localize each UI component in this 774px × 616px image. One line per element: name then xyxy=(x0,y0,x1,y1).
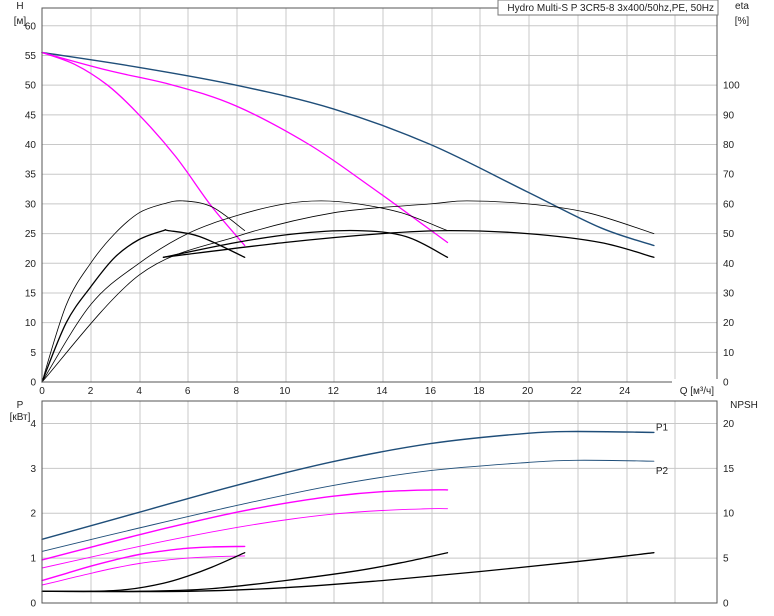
pump-curve-chart: 0 5 10 15 20 25 30 35 40 45 50 55 60 0 10 20 30 40 50 60 70 8… xyxy=(0,0,774,611)
p2-label: P2 xyxy=(656,466,669,477)
power-curve-1-1 xyxy=(41,459,655,552)
x-tick-label: 16 xyxy=(425,386,437,397)
pump-curve-svg: 0510152025303540455055600102030405060708… xyxy=(10,0,758,610)
left-tick-label-0: 15 xyxy=(25,288,37,299)
eta-curve-0-4 xyxy=(41,229,246,383)
right-axis-label-1: NPSH xyxy=(730,400,758,411)
left-tick-label-0: 20 xyxy=(25,259,37,270)
right-tick-label-1: 15 xyxy=(723,464,735,475)
left-tick-label-0: 35 xyxy=(25,170,37,181)
left-axis-unit-1: [кВт] xyxy=(10,412,31,423)
left-tick-label-1: 4 xyxy=(30,419,36,430)
x-tick-label: 8 xyxy=(233,386,239,397)
x-tick-label: 2 xyxy=(88,386,94,397)
x-tick-label: 12 xyxy=(328,386,340,397)
right-tick-label-0: 100 xyxy=(723,81,740,92)
eta-curve-0-3 xyxy=(41,200,246,383)
left-tick-label-0: 5 xyxy=(30,348,36,359)
x-tick-label: 0 xyxy=(39,386,45,397)
p1-label: P1 xyxy=(656,422,669,433)
head-curve-0-2 xyxy=(41,51,246,247)
right-tick-label-1: 10 xyxy=(723,509,735,520)
x-tick-label: 24 xyxy=(619,386,631,397)
right-tick-label-1: 20 xyxy=(723,419,735,430)
x-tick-label: 14 xyxy=(376,386,388,397)
power-curve-1-3 xyxy=(41,508,448,569)
left-tick-label-1: 2 xyxy=(30,509,36,520)
right-tick-label-0: 90 xyxy=(723,110,735,121)
x-tick-label: 4 xyxy=(136,386,142,397)
right-axis-unit-0: [%] xyxy=(735,16,750,27)
x-tick-label: 20 xyxy=(522,386,534,397)
left-tick-label-1: 3 xyxy=(30,464,36,475)
plot-frame-0 xyxy=(41,7,718,383)
left-tick-label-0: 45 xyxy=(25,110,37,121)
left-tick-label-0: 55 xyxy=(25,51,37,62)
left-tick-label-1: 1 xyxy=(30,554,36,565)
eta-curve-0-5 xyxy=(41,200,448,383)
right-tick-label-0: 50 xyxy=(723,229,735,240)
right-tick-label-0: 60 xyxy=(723,199,735,210)
left-tick-label-1: 0 xyxy=(30,599,36,610)
left-axis-label-0: H xyxy=(16,1,23,12)
right-tick-label-0: 0 xyxy=(723,378,729,389)
left-tick-label-0: 0 xyxy=(30,378,36,389)
power-curve-1-0 xyxy=(41,430,655,540)
right-axis-label-0: eta xyxy=(735,1,749,12)
right-tick-label-0: 20 xyxy=(723,318,735,329)
right-tick-label-1: 5 xyxy=(723,554,729,565)
left-tick-label-0: 25 xyxy=(25,229,37,240)
x-tick-label: 18 xyxy=(473,386,485,397)
x-tick-label: 22 xyxy=(571,386,583,397)
right-tick-label-0: 70 xyxy=(723,170,735,181)
right-tick-label-0: 10 xyxy=(723,348,735,359)
power-curve-1-2 xyxy=(41,489,449,561)
right-tick-label-1: 0 xyxy=(723,599,729,610)
left-tick-label-0: 40 xyxy=(25,140,37,151)
right-tick-label-0: 30 xyxy=(723,288,735,299)
chart-title: Hydro Multi-S P 3CR5-8 3x400/50hz,PE, 50… xyxy=(507,3,714,14)
left-tick-label-0: 50 xyxy=(25,81,37,92)
eta-curve-0-7 xyxy=(41,200,655,383)
left-tick-label-0: 30 xyxy=(25,199,37,210)
left-axis-label-1: P xyxy=(17,400,24,411)
x-tick-label: 10 xyxy=(279,386,291,397)
left-tick-label-0: 10 xyxy=(25,318,37,329)
left-tick-label-0: 60 xyxy=(25,21,37,32)
x-tick-label: 6 xyxy=(185,386,191,397)
power-curve-1-5 xyxy=(41,555,246,586)
eta-curve-0-6 xyxy=(162,229,449,258)
left-axis-unit-0: [м] xyxy=(14,16,27,27)
x-axis-label: Q [м³/ч] xyxy=(680,386,715,397)
right-tick-label-0: 40 xyxy=(723,259,735,270)
right-tick-label-0: 80 xyxy=(723,140,735,151)
